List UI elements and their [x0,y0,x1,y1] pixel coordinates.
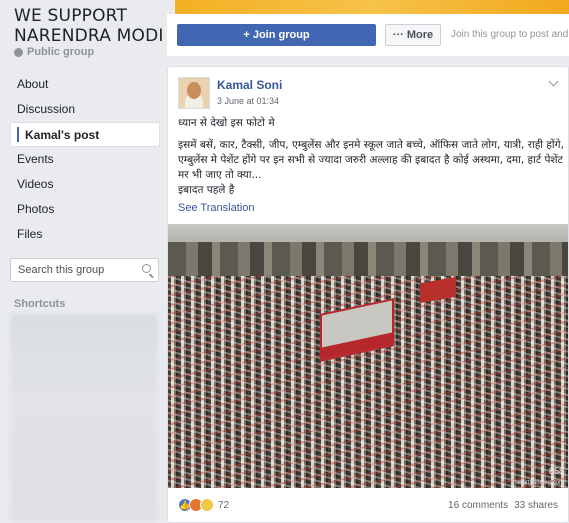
photo-count: 858 [548,466,564,476]
avatar-face [187,82,201,99]
group-privacy-label: Public group [27,46,95,58]
reactions[interactable]: 👍 72 [178,498,229,512]
post-text-line1: ध्यान से देखो इस फोटो मे [178,117,275,129]
left-sidebar: WE SUPPORT NARENDRA MODI Public group Ab… [0,0,165,523]
photo-watermark: abortbanding.com [515,480,564,486]
post-card: Kamal Soni 3 June at 01:34 ध्यान से देखो… [167,66,569,523]
post-text-last: इबादत पहले है [178,184,235,196]
shares-count[interactable]: 33 shares [514,500,558,511]
nav-item-files[interactable]: Files [10,222,160,247]
post-timestamp[interactable]: 3 June at 01:34 [217,96,279,106]
post-text: ध्यान से देखो इस फोटो मे इसमें बसें, कार… [178,116,564,198]
group-title[interactable]: WE SUPPORT NARENDRA MODI [14,6,164,46]
post-stats: 16 comments 33 shares [448,500,558,511]
group-search-input[interactable]: Search this group [10,258,159,282]
shortcuts-list-blurred [10,314,158,522]
sad-icon [200,498,214,512]
post-text-body: इसमें बसें, कार, टैक्सी, जीप, एम्बुलेंस … [178,139,564,181]
search-placeholder: Search this group [18,264,105,276]
post-author[interactable]: Kamal Soni [217,78,282,92]
nav-item-videos[interactable]: Videos [10,172,160,197]
post-footer: 👍 72 16 comments 33 shares [168,488,568,522]
cover-photo [175,0,569,14]
shortcuts-heading: Shortcuts [14,298,66,310]
nav-item-photos[interactable]: Photos [10,197,160,222]
group-privacy: Public group [14,46,94,58]
post-photo[interactable]: 858 abortbanding.com [168,224,568,488]
join-hint-text: Join this group to post and c [451,29,569,40]
globe-icon [14,47,23,57]
chevron-down-icon[interactable] [548,76,559,87]
join-group-button[interactable]: + Join group [177,24,376,46]
nav-item-about[interactable]: About [10,72,160,97]
nav-item-events[interactable]: Events [10,147,160,172]
nav-item-kamals-post[interactable]: Kamal's post [10,122,160,147]
comments-count[interactable]: 16 comments [448,500,508,511]
reaction-count: 72 [218,499,230,511]
group-action-bar: + Join group ··· More Join this group to… [167,14,569,56]
more-button[interactable]: ··· More [385,24,441,46]
search-icon[interactable] [142,264,151,273]
author-avatar[interactable] [178,77,210,109]
nav-item-discussion[interactable]: Discussion [10,97,160,122]
see-translation-link[interactable]: See Translation [178,202,254,214]
group-nav: About Discussion Kamal's post Events Vid… [10,72,160,247]
